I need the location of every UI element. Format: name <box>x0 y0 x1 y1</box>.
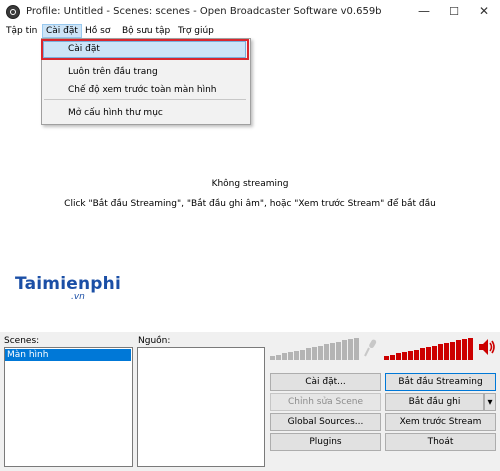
mic-volume-meter[interactable] <box>270 336 362 360</box>
minimize-button[interactable]: — <box>410 0 438 22</box>
dropdown-item-fullscreen-preview[interactable]: Chế độ xem trước toàn màn hình <box>68 85 217 95</box>
meter-bar <box>420 348 425 360</box>
meter-bar <box>336 341 341 360</box>
meter-bar <box>456 340 461 360</box>
menu-help[interactable]: Trợ giúp <box>175 24 217 38</box>
meter-bar <box>282 353 287 360</box>
meter-bar <box>390 354 395 360</box>
start-hint: Click "Bắt đầu Streaming", "Bắt đầu ghi … <box>64 199 436 209</box>
dropdown-item-always-on-top[interactable]: Luôn trên đầu trang <box>68 67 158 77</box>
annotation-highlight-box <box>41 39 249 60</box>
meter-bar <box>444 343 449 360</box>
recording-dropdown-arrow[interactable]: ▾ <box>484 393 496 411</box>
meter-bar <box>384 356 389 360</box>
meter-bar <box>288 352 293 360</box>
meter-bar <box>402 352 407 360</box>
meter-bar <box>306 348 311 360</box>
meter-bar <box>468 337 473 360</box>
menu-profile[interactable]: Hồ sơ <box>82 24 113 38</box>
meter-bar <box>396 353 401 360</box>
plugins-button[interactable]: Plugins <box>270 433 381 451</box>
preview-stream-button[interactable]: Xem trước Stream <box>385 413 496 431</box>
meter-bar <box>408 350 413 360</box>
global-sources-button[interactable]: Global Sources... <box>270 413 381 431</box>
meter-bar <box>300 349 305 360</box>
speaker-icon[interactable] <box>478 337 496 357</box>
taimienphi-logo-suffix: .vn <box>71 292 85 302</box>
exit-button[interactable]: Thoát <box>385 433 496 451</box>
menu-file[interactable]: Tập tin <box>3 24 40 38</box>
edit-scene-button: Chỉnh sửa Scene <box>270 393 381 411</box>
window-title: Profile: Untitled - Scenes: scenes - Ope… <box>26 6 382 17</box>
meter-bar <box>324 344 329 360</box>
meter-bar <box>432 345 437 360</box>
sources-list[interactable] <box>137 347 265 467</box>
dropdown-separator <box>44 99 246 100</box>
obs-app-icon <box>6 5 20 19</box>
settings-button[interactable]: Cài đặt... <box>270 373 381 391</box>
meter-bar <box>270 356 275 360</box>
scenes-label: Scenes: <box>4 336 40 346</box>
meter-bar <box>318 345 323 360</box>
meter-bar <box>354 337 359 360</box>
maximize-button[interactable]: ☐ <box>440 0 468 22</box>
close-button[interactable]: ✕ <box>470 0 498 22</box>
dropdown-item-open-config-folder[interactable]: Mở cấu hình thư mục <box>68 108 163 118</box>
meter-bar <box>462 339 467 360</box>
desktop-volume-meter[interactable] <box>384 336 476 360</box>
meter-bar <box>342 340 347 360</box>
start-recording-button[interactable]: Bắt đầu ghi <box>385 393 484 411</box>
scene-item[interactable]: Màn hình <box>5 349 131 361</box>
meter-bar <box>414 349 419 360</box>
menu-collection[interactable]: Bộ sưu tập <box>119 24 173 38</box>
sources-label: Nguồn: <box>138 336 171 346</box>
menu-settings[interactable]: Cài đặt <box>42 24 82 38</box>
meter-bar <box>276 354 281 360</box>
meter-bar <box>312 346 317 360</box>
meter-bar <box>294 350 299 360</box>
meter-bar <box>450 341 455 360</box>
taimienphi-logo: Taimienphi <box>15 274 121 294</box>
meter-bar <box>348 339 353 360</box>
microphone-icon[interactable] <box>362 338 378 358</box>
meter-bar <box>330 343 335 360</box>
start-streaming-button[interactable]: Bắt đầu Streaming <box>385 373 496 391</box>
meter-bar <box>426 346 431 360</box>
streaming-status: Không streaming <box>211 179 289 189</box>
meter-bar <box>438 344 443 360</box>
scenes-list[interactable] <box>4 347 133 467</box>
